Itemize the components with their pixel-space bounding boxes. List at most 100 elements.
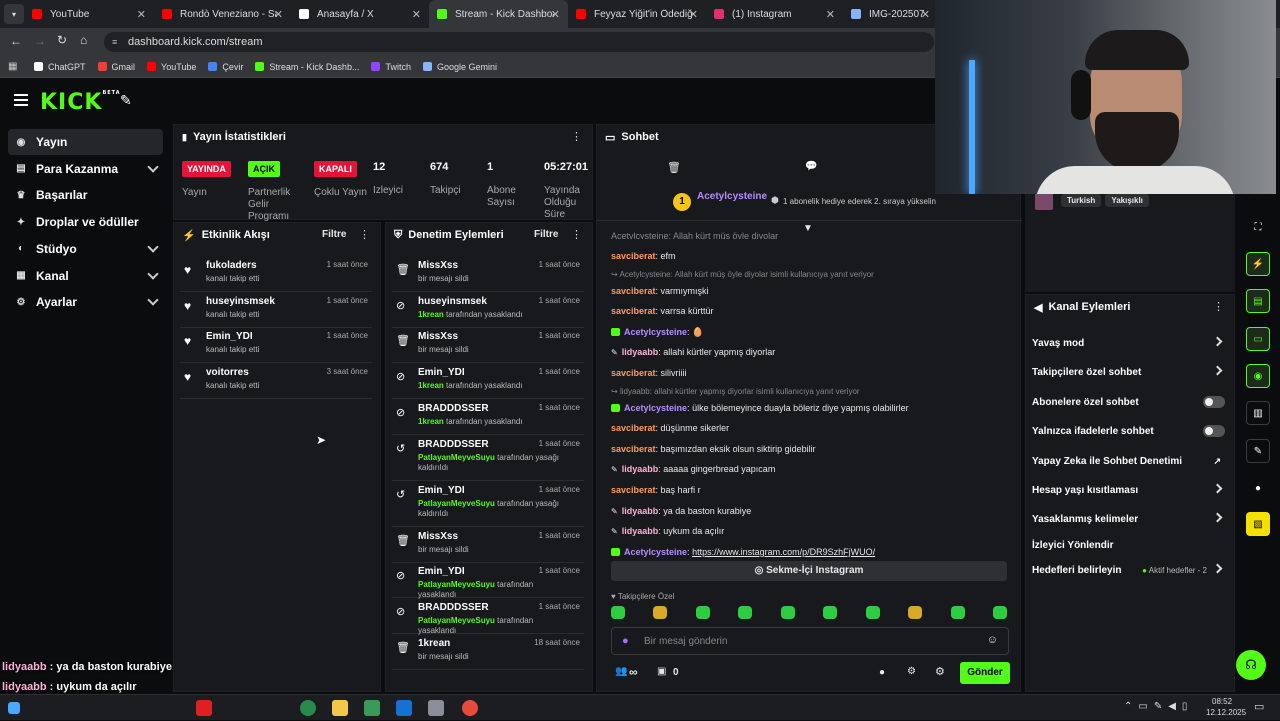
kick-taskbar-icon[interactable]	[196, 700, 212, 716]
channel-action[interactable]: Hedefleri belirleyin ● Aktif hedefler - 2	[1032, 559, 1227, 581]
home-icon[interactable]: ⌂	[80, 33, 87, 47]
cards-rail-icon[interactable]: ▥	[1246, 401, 1270, 425]
channel-actions-kebab-icon[interactable]: ⋮	[1213, 300, 1224, 313]
bolt-rail-icon[interactable]: ⚡	[1246, 252, 1270, 276]
browser-tab[interactable]: IMG-20250704-✕	[843, 0, 938, 28]
chat-username[interactable]: Acetylcysteine	[624, 403, 687, 413]
chat-settings-bubble-icon[interactable]: ●	[879, 667, 885, 678]
site-info-icon[interactable]: ≡	[112, 32, 117, 52]
chat-username[interactable]: Acetylcysteine	[624, 547, 687, 557]
users-rail-icon[interactable]: ●	[1246, 476, 1270, 500]
emote-icon[interactable]	[865, 606, 880, 619]
chrome-taskbar-icon-2[interactable]	[300, 700, 316, 716]
tab-close-icon[interactable]: ✕	[137, 8, 146, 21]
moderation-actor[interactable]: 1krean	[418, 417, 444, 426]
support-icon[interactable]: ☊	[1236, 650, 1266, 680]
sidebar-item-5[interactable]: ◐ Stüdyo	[8, 236, 163, 262]
sidebar-item-6[interactable]: ▦ Kanal	[8, 263, 163, 289]
tab-close-icon[interactable]: ✕	[412, 8, 421, 21]
channel-action[interactable]: Abonelere özel sohbet	[1032, 391, 1227, 413]
chat-username[interactable]: lidyaabb	[622, 526, 659, 536]
tag-chip[interactable]: Turkish	[1061, 194, 1102, 207]
wrench-rail-icon[interactable]: ✎	[1246, 439, 1270, 463]
tab-close-icon[interactable]: ✕	[921, 8, 930, 21]
start-icon[interactable]	[8, 702, 20, 714]
chat-username[interactable]: savciberat	[611, 368, 656, 378]
tab-close-icon[interactable]: ✕	[689, 8, 698, 21]
chat-username[interactable]: savciberat	[611, 251, 656, 261]
tray-icons[interactable]: ⌃▭✎◀▯	[1124, 701, 1193, 712]
pinned-user[interactable]: Acetylcysteine	[697, 191, 767, 202]
bookmark-item[interactable]: Gmail	[97, 62, 135, 72]
chat-settings-icon[interactable]: ⚙	[907, 666, 916, 677]
emote-icon[interactable]	[653, 606, 668, 619]
sidebar-item-4[interactable]: ✦ Droplar ve ödüller	[8, 209, 163, 235]
tab-close-icon[interactable]: ✕	[551, 8, 560, 21]
emoji-icon[interactable]: ☺	[987, 634, 998, 646]
moderation-actor[interactable]: PatlayanMeyveSuyu	[418, 580, 495, 589]
emote-icon[interactable]	[950, 606, 965, 619]
tab-list-button[interactable]: ▾	[4, 4, 24, 24]
moderation-actor[interactable]: PatlayanMeyveSuyu	[418, 499, 495, 508]
notes-rail-icon[interactable]: ▤	[1246, 289, 1270, 313]
chat-username[interactable]: lidyaabb	[622, 347, 659, 357]
tag-chip[interactable]: Yakışıklı	[1105, 194, 1149, 207]
activity-user[interactable]: fukoladers	[206, 260, 257, 271]
calculator-icon[interactable]	[364, 700, 380, 716]
activity-user[interactable]: voitorres	[206, 367, 249, 378]
folder-icon[interactable]	[332, 700, 348, 716]
moderation-target[interactable]: BRADDDSSER	[418, 602, 489, 613]
send-button[interactable]: Gönder	[960, 662, 1010, 684]
clapper-rail-icon[interactable]: ▧	[1246, 512, 1270, 536]
activity-user[interactable]: Emin_YDI	[206, 331, 253, 342]
chat-username[interactable]: Acetylcysteine	[624, 327, 687, 337]
toggle-switch[interactable]	[1203, 396, 1225, 408]
pin-icon[interactable]: ✎	[120, 92, 132, 109]
activity-filter-button[interactable]: Filtre	[322, 229, 346, 240]
moderation-target[interactable]: Emin_YDI	[418, 566, 465, 577]
bookmark-item[interactable]: Çevir	[208, 62, 243, 72]
bookmark-item[interactable]: ChatGPT	[34, 62, 86, 72]
moderation-target[interactable]: MissXss	[418, 260, 458, 271]
moderation-actor[interactable]: PatlayanMeyveSuyu	[418, 453, 495, 462]
browser-tab[interactable]: Anasayfa / X ✕	[291, 0, 429, 28]
moderation-target[interactable]: MissXss	[418, 331, 458, 342]
emote-icon[interactable]	[823, 606, 838, 619]
kick-logo[interactable]: KICKBETA	[40, 90, 121, 115]
moderation-target[interactable]: 1krean	[418, 638, 450, 649]
moderation-target[interactable]: Emin_YDI	[418, 367, 465, 378]
channel-action[interactable]: Yasaklanmış kelimeler	[1032, 508, 1227, 530]
channel-action[interactable]: Takipçilere özel sohbet	[1032, 361, 1227, 383]
broadcast-rail-icon[interactable]: ◉	[1246, 364, 1270, 388]
notification-icon[interactable]: ▭	[1254, 700, 1264, 713]
moderation-kebab-icon[interactable]: ⋮	[571, 228, 582, 241]
channel-action[interactable]: Yapay Zeka ile Sohbet Denetimi ↗	[1032, 450, 1227, 472]
mic-icon[interactable]: ●	[622, 635, 629, 647]
sidebar-item-2[interactable]: ▤ Para Kazanma	[8, 156, 163, 182]
back-icon[interactable]: ←	[10, 34, 22, 48]
chat-username[interactable]: savciberat	[611, 485, 656, 495]
bookmark-item[interactable]: YouTube	[147, 62, 196, 72]
fullscreen-icon[interactable]: ⛶	[1246, 215, 1270, 239]
moderation-actor[interactable]: PatlayanMeyveSuyu	[418, 616, 495, 625]
moderation-target[interactable]: Emin_YDI	[418, 485, 465, 496]
outlook-icon[interactable]	[396, 700, 412, 716]
browser-tab[interactable]: Stream - Kick Dashboard✕	[429, 0, 568, 28]
monitor-icon[interactable]	[428, 700, 444, 716]
moderation-target[interactable]: MissXss	[418, 531, 458, 542]
browser-tab[interactable]: (1) Instagram ✕	[706, 0, 843, 28]
chat-username[interactable]: lidyaabb	[622, 506, 659, 516]
chat-input[interactable]: ● Bir mesaj gönderin ☺	[611, 627, 1009, 655]
bookmark-item[interactable]: Twitch	[371, 62, 411, 72]
menu-icon[interactable]	[14, 94, 28, 106]
reload-icon[interactable]: ↻	[57, 33, 67, 47]
apps-icon[interactable]: ▦	[8, 61, 17, 72]
toggle-switch[interactable]	[1203, 425, 1225, 437]
emote-icon[interactable]	[611, 606, 625, 619]
stats-kebab-icon[interactable]: ⋮	[571, 130, 582, 143]
chat-rail-icon[interactable]: ▭	[1246, 327, 1270, 351]
channel-action[interactable]: İzleyici Yönlendir	[1032, 534, 1227, 556]
bookmark-item[interactable]: Stream - Kick Dashb...	[255, 62, 359, 72]
chat-username[interactable]: savciberat	[611, 306, 656, 316]
tab-close-icon[interactable]: ✕	[274, 8, 283, 21]
